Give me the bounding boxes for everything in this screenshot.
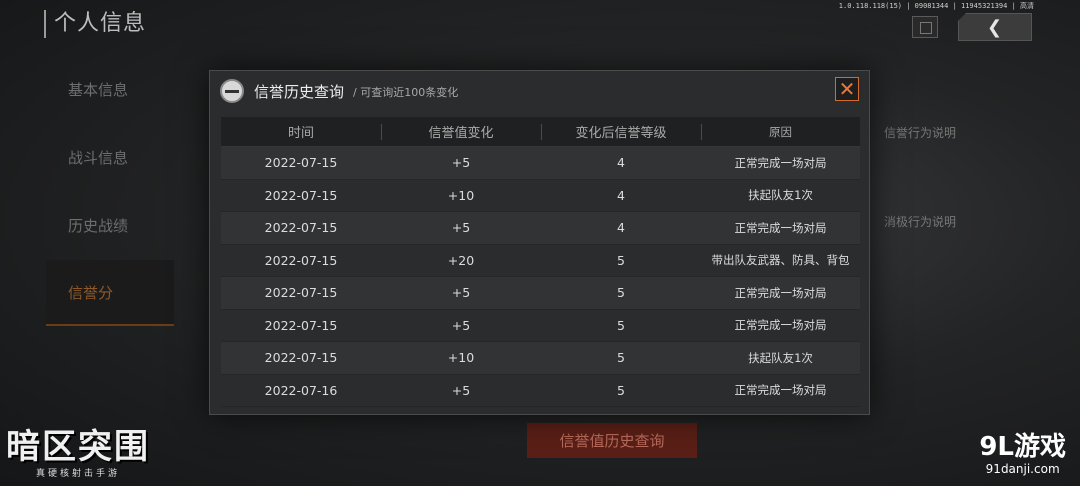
cell-change: +5: [451, 317, 471, 333]
table-row: 2022-07-15 +10 5 扶起队友1次: [221, 342, 860, 375]
watermark-logo: 9L游戏: [979, 432, 1066, 462]
cell-change: +10: [447, 187, 475, 203]
cell-reason: 正常完成一场对局: [734, 285, 827, 300]
dialog-header: 信誉历史查询 / 可查询近100条变化 ✕: [210, 71, 869, 111]
nav-item-combat-info[interactable]: 战斗信息: [46, 124, 174, 190]
game-logo-text: 暗区突围: [6, 427, 150, 467]
behavior-info-panel: 信誉行为说明 消极行为说明: [884, 124, 994, 236]
table-row: 2022-07-16 +5 5 正常完成一场对局: [221, 374, 860, 407]
cell-change: +5: [451, 382, 471, 398]
version-info: 1.0.118.118(15) | 09081344 | 11945321394…: [838, 2, 1034, 10]
nav-item-history[interactable]: 历史战绩: [46, 192, 174, 258]
table-row: 2022-07-15 +5 4 正常完成一场对局: [221, 147, 860, 180]
cell-level: 5: [617, 382, 625, 398]
game-emblem-icon: [220, 79, 244, 103]
column-header-reason: 原因: [701, 117, 860, 146]
cell-change: +20: [447, 252, 475, 268]
back-button[interactable]: ❮: [958, 13, 1032, 41]
cell-reason: 带出队友武器、防具、背包: [711, 253, 850, 268]
cell-time: 2022-07-15: [264, 350, 338, 366]
credit-history-query-button[interactable]: 信誉值历史查询: [527, 423, 697, 458]
cell-level: 4: [617, 155, 625, 171]
column-header-change: 信誉值变化: [381, 117, 541, 146]
column-header-time: 时间: [287, 126, 314, 141]
cell-time: 2022-07-15: [264, 285, 338, 301]
cell-reason: 扶起队友1次: [748, 350, 813, 365]
watermark-url: 91danji.com: [985, 462, 1060, 476]
cell-time: 2022-07-15: [264, 252, 338, 268]
cell-reason: 正常完成一场对局: [734, 318, 827, 333]
cell-time: 2022-07-15: [264, 220, 338, 236]
cell-time: 2022-07-16: [264, 382, 338, 398]
nav-item-credit-score[interactable]: 信誉分: [46, 260, 174, 326]
table-row: 2022-07-15 +20 5 带出队友武器、防具、背包: [221, 244, 860, 277]
cell-reason: 正常完成一场对局: [734, 155, 827, 170]
close-icon: ✕: [838, 77, 856, 101]
site-watermark: 9L游戏 91danji.com: [979, 432, 1066, 476]
cell-time: 2022-07-15: [264, 317, 338, 333]
cell-level: 4: [617, 187, 625, 203]
cell-change: +5: [451, 155, 471, 171]
cell-level: 5: [617, 317, 625, 333]
dialog-subtitle: / 可查询近100条变化: [353, 86, 459, 99]
dialog-title: 信誉历史查询: [254, 83, 345, 101]
credit-history-dialog: 信誉历史查询 / 可查询近100条变化 ✕ 时间 信誉值变化 变化后信誉等级 原…: [209, 70, 870, 415]
table-row: 2022-07-15 +5 4 正常完成一场对局: [221, 212, 860, 245]
cell-level: 5: [617, 285, 625, 301]
game-logo: 暗区突围 真硬核射击手游: [6, 428, 166, 482]
table-row: 2022-07-15 +5 5 正常完成一场对局: [221, 309, 860, 342]
side-nav: 基本信息 战斗信息 历史战绩 信誉分: [46, 56, 174, 328]
cell-reason: 正常完成一场对局: [734, 220, 827, 235]
back-arrow-icon: ❮: [987, 17, 1003, 38]
column-header-level: 变化后信誉等级: [541, 117, 701, 146]
table-row: 2022-07-15 +5 5 正常完成一场对局: [221, 277, 860, 310]
positive-behavior-heading: 信誉行为说明: [884, 126, 957, 140]
negative-behavior-heading: 消极行为说明: [884, 215, 957, 229]
cell-change: +5: [451, 285, 471, 301]
cell-reason: 扶起队友1次: [748, 188, 813, 203]
cell-level: 5: [617, 350, 625, 366]
game-logo-tagline: 真硬核射击手游: [36, 469, 121, 479]
close-button[interactable]: ✕: [835, 77, 859, 101]
cell-time: 2022-07-15: [264, 187, 338, 203]
cell-time: 2022-07-15: [264, 155, 338, 171]
credit-history-table: 时间 信誉值变化 变化后信誉等级 原因 2022-07-15 +5 4 正常完成…: [221, 117, 860, 407]
table-header: 时间 信誉值变化 变化后信誉等级 原因: [221, 117, 860, 147]
screen-icon[interactable]: [912, 16, 938, 38]
cell-change: +10: [447, 350, 475, 366]
cell-level: 5: [617, 252, 625, 268]
cell-level: 4: [617, 220, 625, 236]
cell-reason: 正常完成一场对局: [734, 383, 827, 398]
page-title: 个人信息: [44, 10, 146, 38]
cell-change: +5: [451, 220, 471, 236]
nav-item-basic-info[interactable]: 基本信息: [46, 56, 174, 122]
table-row: 2022-07-15 +10 4 扶起队友1次: [221, 179, 860, 212]
table-body: 2022-07-15 +5 4 正常完成一场对局 2022-07-15 +10 …: [221, 147, 860, 407]
